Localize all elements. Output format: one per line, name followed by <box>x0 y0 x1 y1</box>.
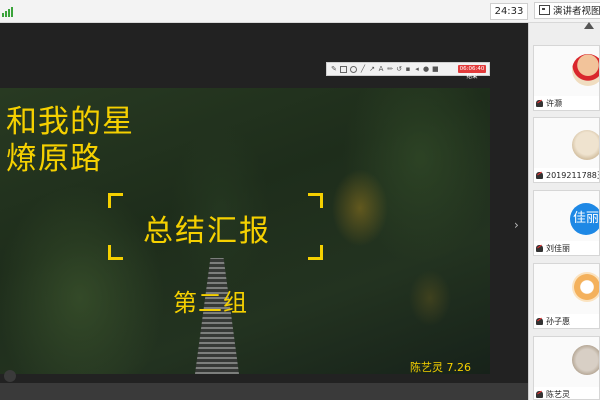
annotation-toolbar: ✎ ╱ ↗ A ✏ ↺ ▪ ◂ ● ■ 06:06:40 结束 <box>326 62 490 80</box>
avatar <box>572 272 599 302</box>
participant-tile[interactable]: 佳丽 刘佳丽 <box>533 190 600 256</box>
mic-icon[interactable]: ● <box>423 66 429 73</box>
text-icon[interactable]: A <box>378 66 384 73</box>
participant-tile[interactable]: 许灏 <box>533 45 600 111</box>
delete-icon[interactable]: ▪ <box>405 66 411 73</box>
participant-tile[interactable]: 陈艺灵 <box>533 336 600 400</box>
participant-name: 刘佳丽 <box>546 244 570 253</box>
signal-strength-icon <box>2 5 14 17</box>
participant-video <box>534 337 599 387</box>
mic-muted-icon <box>536 100 543 107</box>
pen-icon[interactable]: ✎ <box>331 66 337 73</box>
participant-name: 2019211788王 <box>546 171 600 180</box>
participant-name: 许灏 <box>546 99 562 108</box>
participant-video <box>534 118 599 168</box>
bracket-top-left <box>108 193 123 208</box>
line-icon[interactable]: ╱ <box>360 66 366 73</box>
scroll-up-icon[interactable] <box>584 22 594 29</box>
avatar <box>572 54 599 86</box>
pencil-icon[interactable]: ✏ <box>387 66 393 73</box>
chevron-right-icon[interactable]: › <box>514 218 519 232</box>
camera-icon[interactable]: ■ <box>432 66 439 73</box>
end-recording-button[interactable]: 06:06:40 结束 <box>458 65 486 80</box>
participant-video: 佳丽 <box>534 191 599 241</box>
arrow-icon[interactable]: ↗ <box>369 66 375 73</box>
participant-name: 陈艺灵 <box>546 390 570 399</box>
participant-video <box>534 46 599 96</box>
participant-caption: 2019211788王 <box>536 169 600 182</box>
bracket-top-right <box>308 193 323 208</box>
rectangle-icon[interactable] <box>340 65 347 73</box>
avatar-initials: 佳丽 <box>570 203 599 235</box>
slide-group-label: 第二组 <box>173 289 248 317</box>
speaker-icon[interactable]: ◂ <box>414 66 420 73</box>
presenter-view-label: 演讲者视图 <box>553 6 600 17</box>
slide-credit: 陈艺灵 7.26 <box>410 361 471 374</box>
participant-video <box>534 264 599 314</box>
top-bar: 24:33 演讲者视图 <box>0 0 600 23</box>
participant-caption: 许灏 <box>536 97 562 110</box>
mic-muted-icon <box>536 391 543 398</box>
participant-name: 孙子惠 <box>546 317 570 326</box>
circle-icon[interactable] <box>350 65 357 73</box>
presenter-view-icon <box>539 5 550 15</box>
avatar <box>572 345 599 375</box>
participant-caption: 孙子惠 <box>536 315 570 328</box>
mic-muted-icon <box>536 245 543 252</box>
avatar <box>572 130 599 160</box>
slide-nav-button[interactable] <box>4 370 16 382</box>
bracket-bottom-right <box>308 245 323 260</box>
mic-muted-icon <box>536 172 543 179</box>
participant-caption: 陈艺灵 <box>536 388 570 399</box>
slide-title-line2: 燎原路 <box>6 141 102 177</box>
bracket-bottom-left <box>108 245 123 260</box>
participant-caption: 刘佳丽 <box>536 242 570 255</box>
meeting-timer: 24:33 <box>490 3 528 20</box>
participant-tile[interactable]: 2019211788王 <box>533 117 600 183</box>
presenter-view-button[interactable]: 演讲者视图 <box>534 2 600 19</box>
mic-muted-icon <box>536 318 543 325</box>
participant-tile[interactable]: 孙子惠 <box>533 263 600 329</box>
undo-icon[interactable]: ↺ <box>396 66 402 73</box>
bottom-bar <box>0 383 528 400</box>
slide-heading: 总结汇报 <box>143 214 271 249</box>
